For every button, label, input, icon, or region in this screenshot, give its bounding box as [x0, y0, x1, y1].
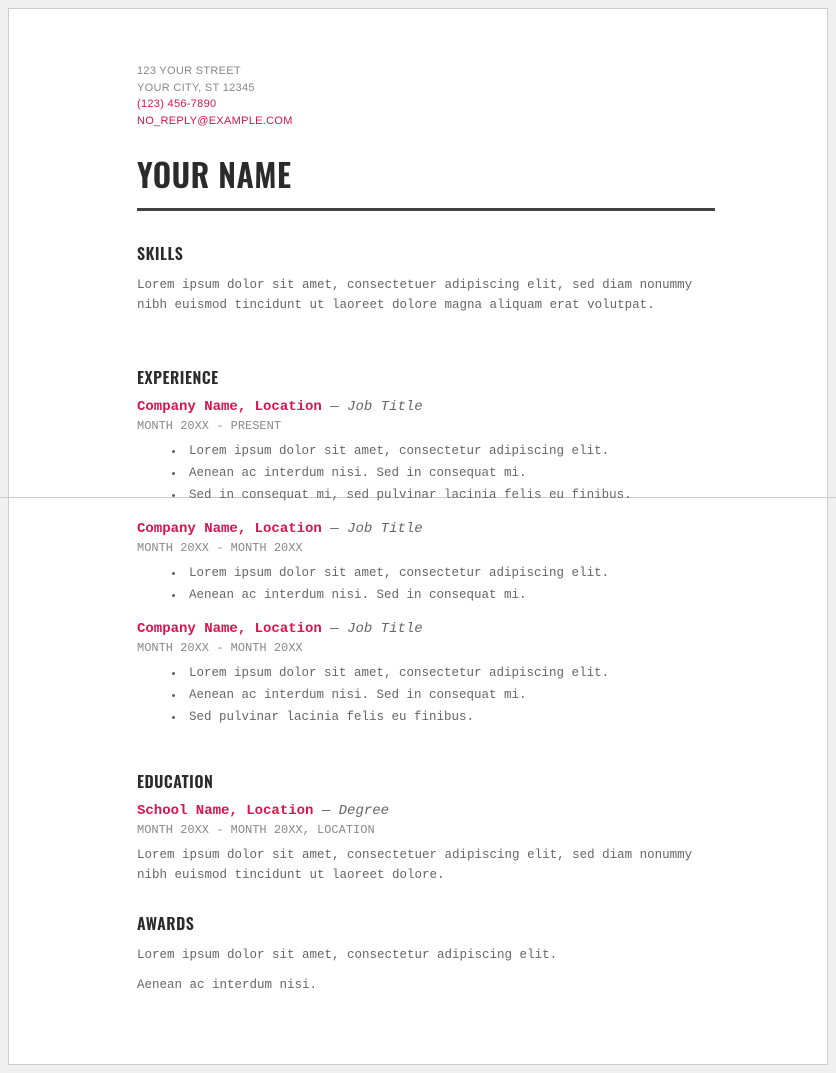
date-range: MONTH 20XX - MONTH 20XX [137, 641, 727, 655]
bullet-item: Aenean ac interdum nisi. Sed in consequa… [185, 585, 727, 605]
bullet-item: Sed pulvinar lacinia felis eu finibus. [185, 707, 727, 727]
experience-entry: Company Name, Location — Job Title MONTH… [137, 621, 727, 727]
bullet-item: Aenean ac interdum nisi. Sed in consequa… [185, 463, 727, 483]
bullet-item: Sed in consequat mi, sed pulvinar lacini… [185, 485, 727, 505]
experience-entry: Company Name, Location — Job Title MONTH… [137, 399, 727, 505]
award-line: Lorem ipsum dolor sit amet, consectetur … [137, 945, 727, 965]
awards-heading: AWARDS [137, 911, 727, 935]
bullet-item: Lorem ipsum dolor sit amet, consectetur … [185, 663, 727, 683]
date-range: MONTH 20XX - MONTH 20XX, LOCATION [137, 823, 727, 837]
bullet-item: Lorem ipsum dolor sit amet, consectetur … [185, 441, 727, 461]
bullet-list: Lorem ipsum dolor sit amet, consectetur … [137, 441, 727, 505]
degree: Degree [339, 803, 389, 819]
company-name: Company Name, Location [137, 521, 322, 537]
horizontal-rule [137, 208, 715, 211]
entry-heading: School Name, Location — Degree [137, 803, 727, 819]
bullet-item: Aenean ac interdum nisi. Sed in consequa… [185, 685, 727, 705]
school-name: School Name, Location [137, 803, 313, 819]
experience-entry: Company Name, Location — Job Title MONTH… [137, 521, 727, 605]
experience-heading: EXPERIENCE [137, 365, 727, 389]
resume-name: YOUR NAME [137, 151, 727, 198]
date-range: MONTH 20XX - MONTH 20XX [137, 541, 727, 555]
entry-heading: Company Name, Location — Job Title [137, 621, 727, 637]
separator: — [322, 803, 330, 819]
document-page: 123 YOUR STREET YOUR CITY, ST 12345 (123… [8, 8, 828, 1065]
contact-street: 123 YOUR STREET [137, 63, 727, 80]
contact-block: 123 YOUR STREET YOUR CITY, ST 12345 (123… [137, 63, 727, 129]
separator: — [330, 521, 338, 537]
bullet-list: Lorem ipsum dolor sit amet, consectetur … [137, 563, 727, 605]
company-name: Company Name, Location [137, 621, 322, 637]
separator: — [330, 399, 338, 415]
education-body: Lorem ipsum dolor sit amet, consectetuer… [137, 845, 727, 885]
entry-heading: Company Name, Location — Job Title [137, 521, 727, 537]
skills-heading: SKILLS [137, 241, 727, 265]
skills-body: Lorem ipsum dolor sit amet, consectetuer… [137, 275, 727, 315]
contact-email: NO_REPLY@EXAMPLE.COM [137, 113, 727, 130]
separator: — [330, 621, 338, 637]
company-name: Company Name, Location [137, 399, 322, 415]
job-title: Job Title [347, 621, 423, 637]
job-title: Job Title [347, 521, 423, 537]
entry-heading: Company Name, Location — Job Title [137, 399, 727, 415]
award-line: Aenean ac interdum nisi. [137, 975, 727, 995]
education-entry: School Name, Location — Degree MONTH 20X… [137, 803, 727, 885]
page-content: 123 YOUR STREET YOUR CITY, ST 12345 (123… [109, 63, 727, 995]
date-range: MONTH 20XX - PRESENT [137, 419, 727, 433]
bullet-item: Lorem ipsum dolor sit amet, consectetur … [185, 563, 727, 583]
contact-city: YOUR CITY, ST 12345 [137, 80, 727, 97]
education-heading: EDUCATION [137, 769, 727, 793]
job-title: Job Title [347, 399, 423, 415]
bullet-list: Lorem ipsum dolor sit amet, consectetur … [137, 663, 727, 727]
contact-phone: (123) 456-7890 [137, 96, 727, 113]
